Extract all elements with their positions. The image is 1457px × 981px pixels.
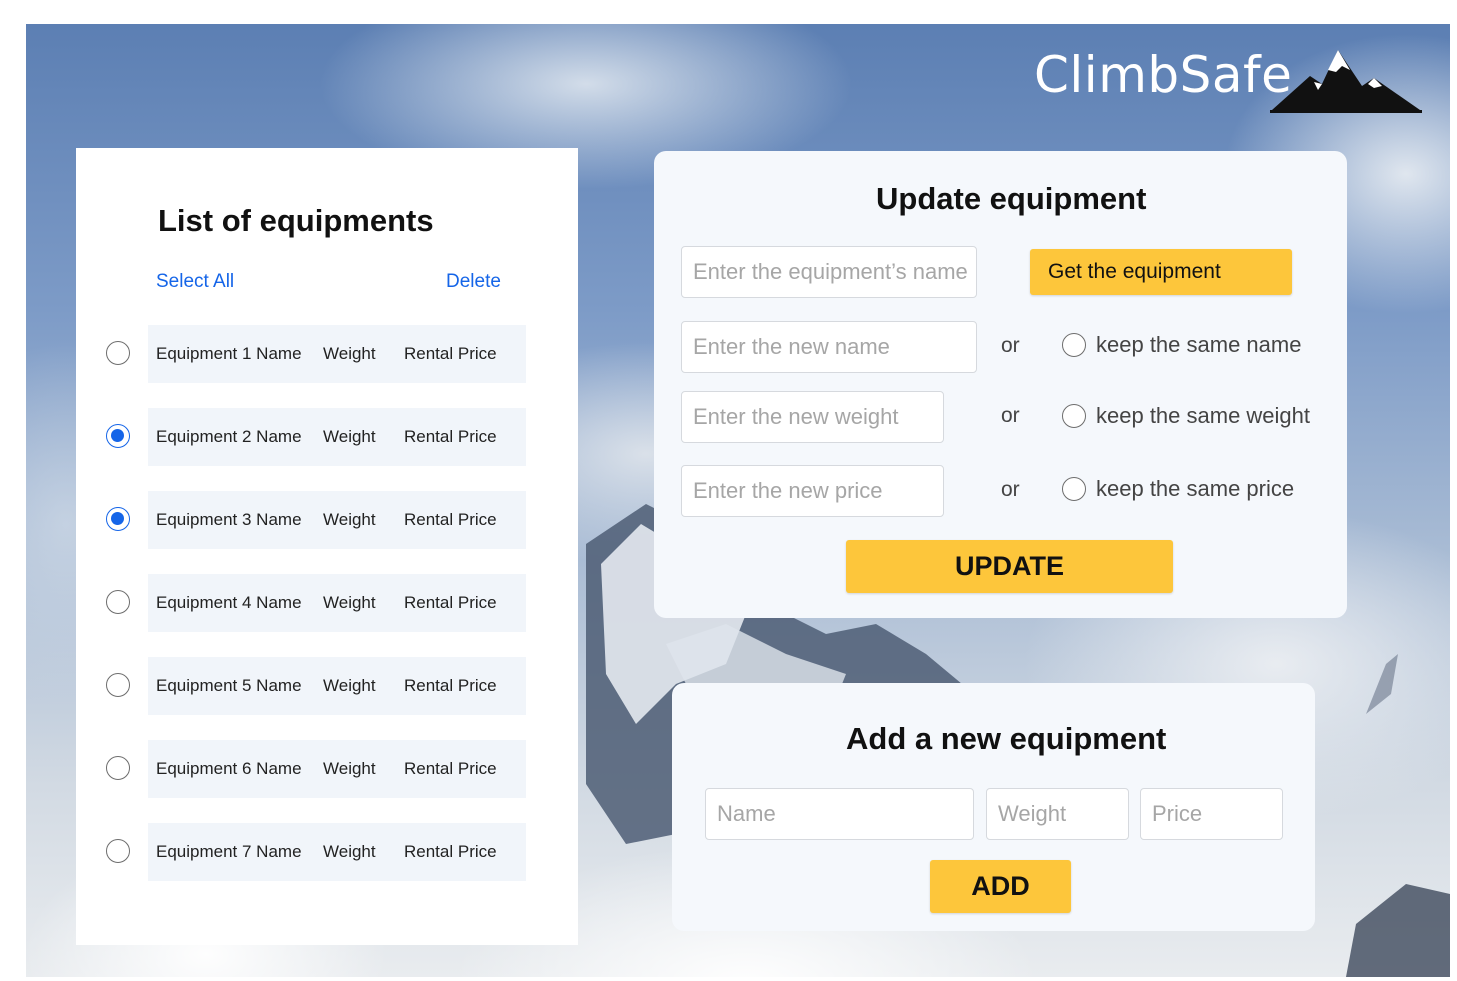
add-title: Add a new equipment <box>846 721 1167 756</box>
keep-same-name-option[interactable]: keep the same name <box>1062 332 1301 358</box>
equipment-weight: Weight <box>323 676 376 695</box>
select-all-link[interactable]: Select All <box>156 271 234 293</box>
keep-weight-radio[interactable] <box>1062 404 1086 428</box>
row-content: Equipment 7 Name Weight Rental Price <box>148 823 526 881</box>
equipment-rental-price: Rental Price <box>404 676 497 695</box>
equipment-rental-price: Rental Price <box>404 344 497 363</box>
brand: ClimbSafe <box>1034 46 1422 113</box>
equipment-name: Equipment 7 Name <box>156 842 302 861</box>
equipment-name: Equipment 2 Name <box>156 427 302 446</box>
row-select-radio[interactable] <box>106 590 130 614</box>
equipment-weight: Weight <box>323 427 376 446</box>
table-row[interactable]: Equipment 6 Name Weight Rental Price <box>96 740 526 798</box>
table-row[interactable]: Equipment 5 Name Weight Rental Price <box>96 657 526 715</box>
keep-weight-label: keep the same weight <box>1096 403 1311 428</box>
table-row[interactable]: Equipment 4 Name Weight Rental Price <box>96 574 526 632</box>
equipment-name: Equipment 5 Name <box>156 676 302 695</box>
brand-name: ClimbSafe <box>1034 46 1293 104</box>
equipment-rental-price: Rental Price <box>404 759 497 778</box>
keep-price-label: keep the same price <box>1096 476 1295 501</box>
add-button[interactable]: ADD <box>930 860 1071 913</box>
equipment-rental-price: Rental Price <box>404 593 497 612</box>
table-row[interactable]: Equipment 7 Name Weight Rental Price <box>96 823 526 881</box>
equipment-rental-price: Rental Price <box>404 427 497 446</box>
equipment-name: Equipment 4 Name <box>156 593 302 612</box>
add-price-input[interactable] <box>1140 788 1283 840</box>
equipment-weight: Weight <box>323 593 376 612</box>
add-name-input[interactable] <box>705 788 974 840</box>
keep-same-weight-option[interactable]: keep the same weight <box>1062 403 1310 429</box>
keep-price-radio[interactable] <box>1062 477 1086 501</box>
delete-link[interactable]: Delete <box>446 271 501 293</box>
equipment-name: Equipment 1 Name <box>156 344 302 363</box>
equipment-name: Equipment 3 Name <box>156 510 302 529</box>
table-row[interactable]: Equipment 3 Name Weight Rental Price <box>96 491 526 549</box>
row-content: Equipment 3 Name Weight Rental Price <box>148 491 526 549</box>
get-equipment-button[interactable]: Get the equipment <box>1030 249 1292 295</box>
or-label: or <box>1001 334 1020 357</box>
or-label: or <box>1001 404 1020 427</box>
keep-name-label: keep the same name <box>1096 332 1302 357</box>
equipment-weight: Weight <box>323 842 376 861</box>
add-weight-input[interactable] <box>986 788 1129 840</box>
background-scene: ClimbSafe List of equipments Select All … <box>26 24 1450 977</box>
row-select-radio[interactable] <box>106 341 130 365</box>
list-title: List of equipments <box>158 203 434 238</box>
equipment-name: Equipment 6 Name <box>156 759 302 778</box>
equipment-weight: Weight <box>323 344 376 363</box>
keep-name-radio[interactable] <box>1062 333 1086 357</box>
row-select-radio[interactable] <box>106 424 130 448</box>
table-row[interactable]: Equipment 1 Name Weight Rental Price <box>96 325 526 383</box>
new-price-input[interactable] <box>681 465 944 517</box>
row-select-radio[interactable] <box>106 673 130 697</box>
row-content: Equipment 4 Name Weight Rental Price <box>148 574 526 632</box>
equipment-list-panel: List of equipments Select All Delete Equ… <box>76 148 578 945</box>
row-select-radio[interactable] <box>106 756 130 780</box>
row-select-radio[interactable] <box>106 839 130 863</box>
row-content: Equipment 1 Name Weight Rental Price <box>148 325 526 383</box>
row-select-radio[interactable] <box>106 507 130 531</box>
or-label: or <box>1001 478 1020 501</box>
update-button[interactable]: UPDATE <box>846 540 1173 593</box>
row-content: Equipment 2 Name Weight Rental Price <box>148 408 526 466</box>
mountain-logo-icon <box>1270 50 1422 113</box>
row-content: Equipment 6 Name Weight Rental Price <box>148 740 526 798</box>
update-equipment-panel: Update equipment Get the equipment or ke… <box>654 151 1347 618</box>
table-row[interactable]: Equipment 2 Name Weight Rental Price <box>96 408 526 466</box>
equipment-rental-price: Rental Price <box>404 510 497 529</box>
new-name-input[interactable] <box>681 321 977 373</box>
new-weight-input[interactable] <box>681 391 944 443</box>
update-title: Update equipment <box>876 181 1147 216</box>
add-equipment-panel: Add a new equipment ADD <box>672 683 1315 931</box>
equipment-rental-price: Rental Price <box>404 842 497 861</box>
equipment-weight: Weight <box>323 510 376 529</box>
row-content: Equipment 5 Name Weight Rental Price <box>148 657 526 715</box>
equipment-name-search-input[interactable] <box>681 246 977 298</box>
keep-same-price-option[interactable]: keep the same price <box>1062 476 1294 502</box>
equipment-weight: Weight <box>323 759 376 778</box>
